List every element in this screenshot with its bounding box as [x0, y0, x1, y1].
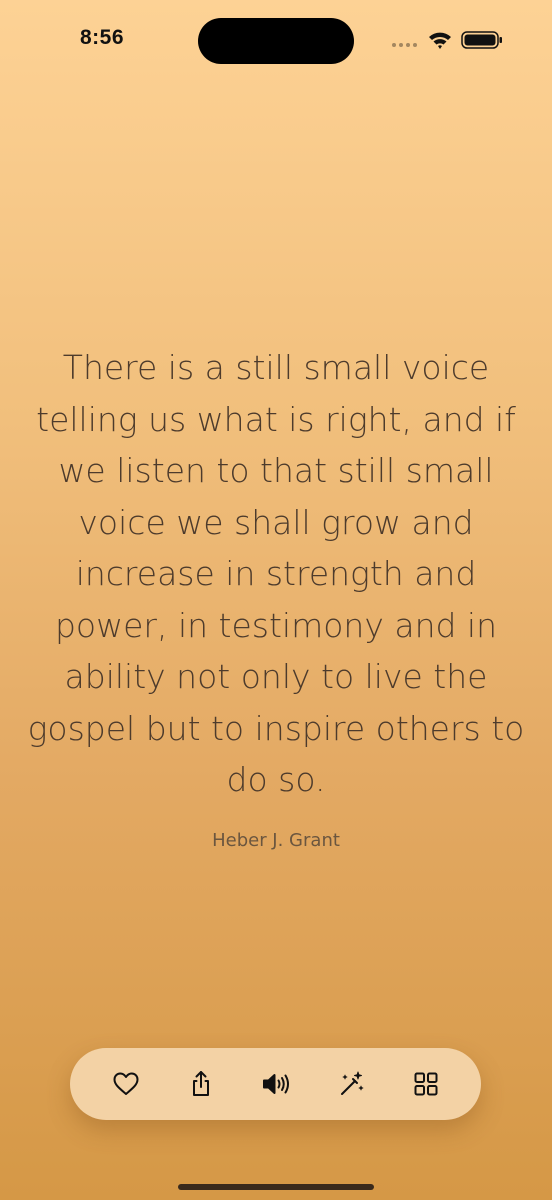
speak-button[interactable]: [252, 1060, 300, 1108]
magic-wand-icon: [340, 1071, 363, 1095]
share-button[interactable]: [177, 1060, 225, 1108]
bottom-toolbar: [70, 1048, 481, 1120]
favorite-button[interactable]: [102, 1060, 150, 1108]
categories-button[interactable]: [402, 1060, 450, 1108]
home-indicator[interactable]: [178, 1184, 374, 1190]
status-bar: 8:56: [0, 0, 552, 80]
battery-icon: [461, 31, 502, 49]
grid-icon: [414, 1072, 437, 1096]
status-time: 8:56: [80, 26, 125, 49]
wifi-icon: [429, 32, 451, 49]
quote-text: There is a still small voice telling us …: [27, 348, 525, 799]
quote-author: Heber J. Grant: [212, 829, 340, 851]
cellular-signal-icon: [392, 43, 417, 47]
dynamic-island: [198, 18, 354, 64]
speaker-icon: [262, 1074, 289, 1094]
customize-button[interactable]: [327, 1060, 375, 1108]
share-icon: [192, 1071, 209, 1096]
heart-icon: [113, 1072, 138, 1095]
quote-container: There is a still small voice telling us …: [16, 342, 536, 851]
